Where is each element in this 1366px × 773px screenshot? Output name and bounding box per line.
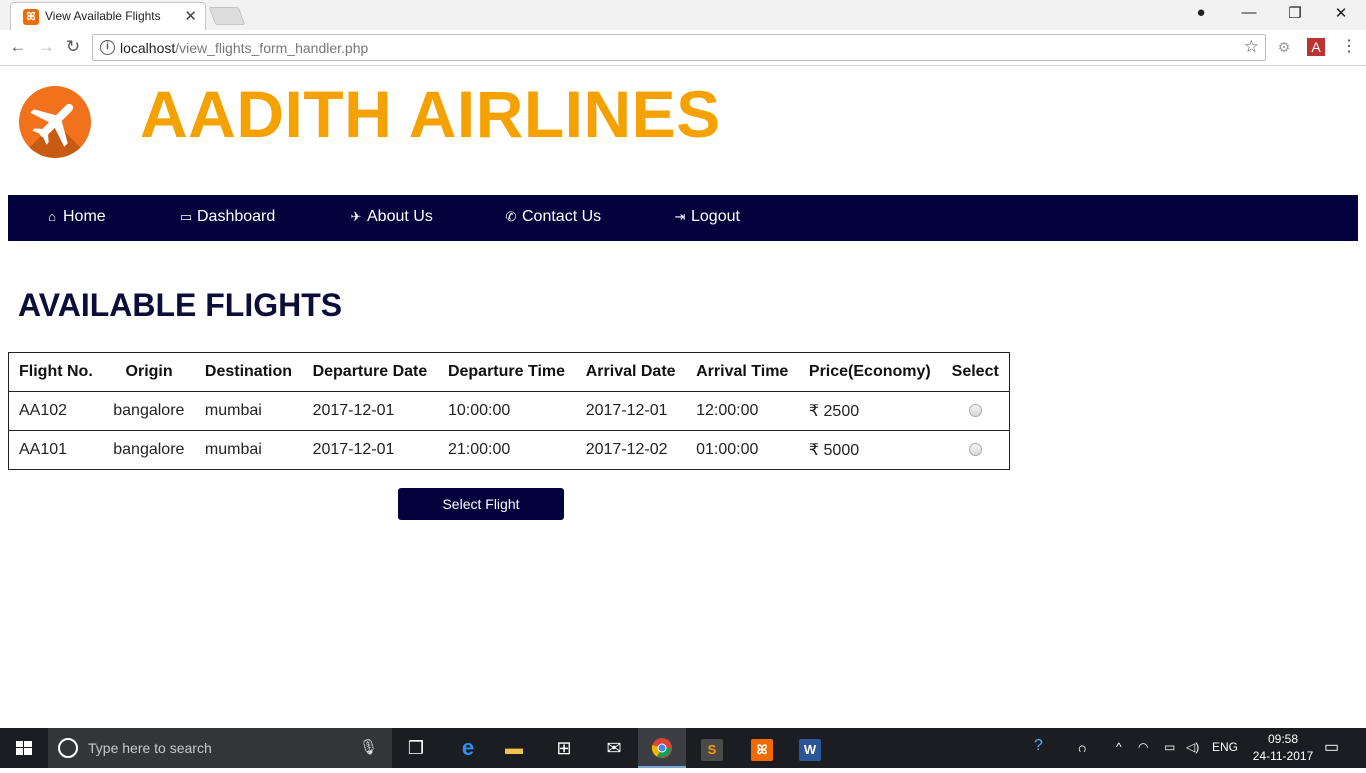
windows-taskbar: Type here to search 🎙 ❒ e ▬ ⊞ ✉ S ꕤ W ? … — [0, 728, 1366, 768]
cortana-icon — [58, 738, 78, 758]
nav-contact-us[interactable]: ✆ Contact Us — [503, 208, 602, 226]
monitor-icon: ▭ — [179, 209, 193, 224]
windows-logo-icon — [16, 741, 32, 755]
cell-arrival-date: 2017-12-01 — [575, 391, 687, 431]
bookmark-star-icon[interactable]: ☆ — [1244, 37, 1259, 57]
main-nav: ⌂ Home ▭ Dashboard ✈ About Us ✆ Contact Us ⇥… — [8, 195, 1358, 241]
header-origin: Origin — [103, 352, 195, 392]
browser-tab[interactable]: ꕤ View Available Flights ✕ — [10, 2, 206, 30]
header-select: Select — [941, 352, 1010, 392]
cell-departure-time: 21:00:00 — [437, 430, 576, 470]
cell-select — [941, 391, 1010, 431]
phone-icon: ✆ — [505, 209, 517, 224]
cell-arrival-time: 12:00:00 — [686, 391, 799, 431]
task-view-icon[interactable]: ❒ — [392, 728, 440, 768]
cell-origin: bangalore — [103, 430, 195, 470]
url-text[interactable]: localhost/view_flights_form_handler.php — [120, 40, 368, 56]
cell-departure-date: 2017-12-01 — [302, 430, 438, 470]
people-icon[interactable]: ဂ — [1078, 738, 1086, 759]
header-flight-no: Flight No. — [8, 352, 104, 392]
cell-arrival-time: 01:00:00 — [686, 430, 799, 470]
header-departure-date: Departure Date — [302, 352, 438, 392]
browser-tab-strip: ꕤ View Available Flights ✕ ● — ❐ ✕ — [0, 0, 1366, 30]
volume-icon[interactable]: ◁) — [1186, 740, 1199, 754]
battery-icon[interactable]: ▭ — [1164, 740, 1175, 754]
restore-icon[interactable]: ❐ — [1272, 4, 1318, 22]
cell-price: ₹ 5000 — [798, 430, 942, 470]
new-tab-button[interactable] — [208, 7, 246, 25]
close-window-icon[interactable]: ✕ — [1318, 4, 1364, 22]
header-departure-time: Departure Time — [437, 352, 576, 392]
wifi-icon[interactable]: ◠ — [1138, 740, 1148, 754]
help-icon[interactable]: ? — [1034, 737, 1043, 755]
start-button[interactable] — [0, 728, 48, 768]
header-price: Price(Economy) — [798, 352, 942, 392]
cell-flight-no: AA101 — [8, 430, 104, 470]
xampp-icon[interactable]: ꕤ — [738, 728, 786, 768]
nav-home[interactable]: ⌂ Home — [44, 208, 106, 226]
pdf-extension-icon[interactable]: A — [1307, 38, 1325, 56]
cell-price: ₹ 2500 — [798, 391, 942, 431]
mail-icon[interactable]: ✉ — [590, 728, 638, 768]
header-arrival-date: Arrival Date — [575, 352, 687, 392]
table-row: AA101 bangalore mumbai 2017-12-01 21:00:… — [8, 430, 1010, 470]
info-icon[interactable]: i — [100, 40, 115, 55]
word-icon[interactable]: W — [786, 728, 834, 768]
tab-close-icon[interactable]: ✕ — [184, 7, 197, 25]
header-destination: Destination — [194, 352, 303, 392]
select-flight-button[interactable]: Select Flight — [398, 488, 564, 520]
home-icon: ⌂ — [48, 209, 56, 224]
forward-icon[interactable]: → — [36, 37, 56, 57]
flights-table: Flight No. Origin Destination Departure … — [8, 352, 1010, 470]
store-icon[interactable]: ⊞ — [540, 728, 588, 768]
nav-dashboard[interactable]: ▭ Dashboard — [178, 208, 275, 226]
back-icon[interactable]: ← — [8, 37, 28, 57]
taskbar-search[interactable]: Type here to search 🎙 — [48, 728, 392, 768]
airline-logo — [19, 86, 91, 158]
browser-toolbar: ← → ↻ i localhost/view_flights_form_hand… — [0, 30, 1366, 66]
extension-icon[interactable]: ⚙ — [1275, 38, 1293, 56]
header-arrival-time: Arrival Time — [686, 352, 799, 392]
airplane-logo-icon — [30, 103, 74, 147]
show-hidden-icons[interactable]: ^ — [1116, 740, 1122, 754]
sublime-text-icon[interactable]: S — [688, 728, 736, 768]
chrome-icon[interactable] — [638, 728, 686, 768]
plane-icon: ✈ — [350, 209, 362, 224]
cell-departure-time: 10:00:00 — [437, 391, 576, 431]
table-header-row: Flight No. Origin Destination Departure … — [8, 352, 1010, 392]
nav-about-us[interactable]: ✈ About Us — [348, 208, 433, 226]
xampp-favicon-icon: ꕤ — [23, 9, 39, 25]
tab-title: View Available Flights — [45, 9, 161, 23]
cell-flight-no: AA102 — [8, 391, 104, 431]
profile-icon[interactable]: ● — [1178, 4, 1224, 21]
select-radio[interactable] — [968, 443, 982, 457]
clock-time: 09:58 — [1267, 732, 1299, 746]
clock[interactable]: 09:58 24-11-2017 — [1248, 731, 1318, 765]
edge-icon[interactable]: e — [444, 728, 492, 768]
cell-destination: mumbai — [194, 430, 303, 470]
microphone-icon[interactable]: 🎙 — [359, 738, 378, 756]
nav-logout[interactable]: ⇥ Logout — [672, 208, 740, 226]
cell-departure-date: 2017-12-01 — [302, 391, 438, 431]
cell-arrival-date: 2017-12-02 — [575, 430, 687, 470]
clock-date: 24-11-2017 — [1252, 749, 1314, 763]
cell-select — [941, 430, 1010, 470]
table-row: AA102 bangalore mumbai 2017-12-01 10:00:… — [8, 391, 1010, 431]
page-title: AVAILABLE FLIGHTS — [18, 287, 343, 323]
minimize-icon[interactable]: — — [1226, 4, 1272, 21]
language-indicator[interactable]: ENG — [1212, 740, 1238, 754]
file-explorer-icon[interactable]: ▬ — [490, 728, 538, 768]
menu-icon[interactable]: ⋮ — [1340, 38, 1358, 56]
cell-destination: mumbai — [194, 391, 303, 431]
cell-origin: bangalore — [103, 391, 195, 431]
reload-icon[interactable]: ↻ — [63, 37, 83, 57]
address-bar[interactable]: i localhost/view_flights_form_handler.ph… — [92, 34, 1266, 61]
search-placeholder: Type here to search — [88, 740, 212, 756]
logout-icon: ⇥ — [674, 209, 686, 224]
brand-title: AADITH AIRLINES — [140, 77, 721, 151]
select-radio[interactable] — [968, 404, 982, 418]
action-center-icon[interactable]: ▭ — [1324, 737, 1339, 757]
